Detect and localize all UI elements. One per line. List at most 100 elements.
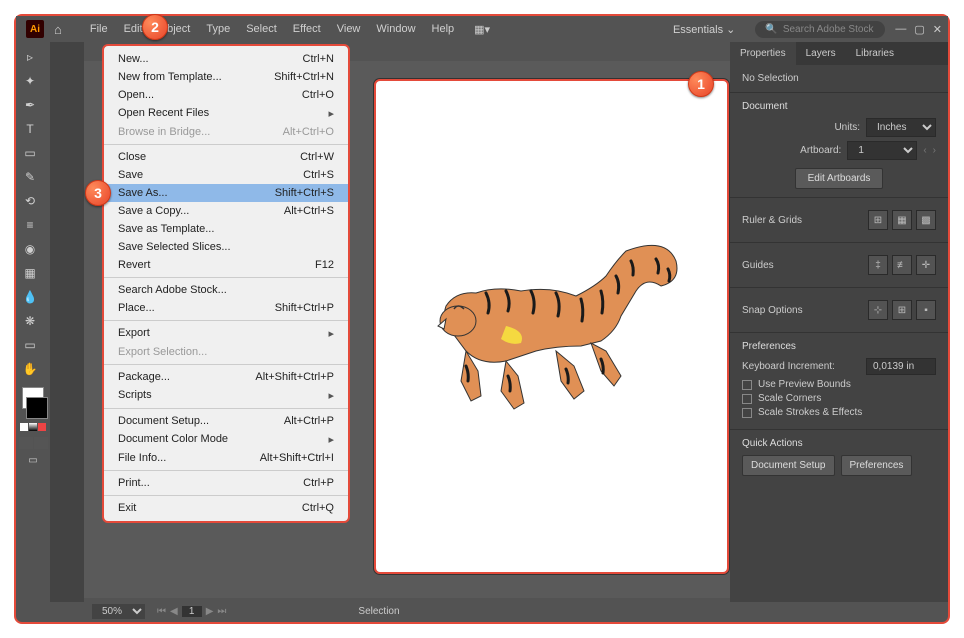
zoom-select[interactable]: 50%	[92, 604, 145, 619]
screen-mode-btn[interactable]: ▭	[16, 455, 50, 466]
search-icon: 🔍	[765, 24, 777, 35]
properties-panel: Properties Layers Libraries No Selection…	[730, 42, 948, 602]
tab-layers[interactable]: Layers	[796, 42, 846, 65]
pen-tool[interactable]: ✒	[16, 94, 44, 116]
transparency-grid-icon[interactable]: ▩	[916, 210, 936, 230]
artboard-next-icon[interactable]: ›	[933, 145, 936, 156]
snap-options-label: Snap Options	[742, 305, 803, 316]
artboard-select[interactable]: 1	[847, 141, 917, 160]
rotate-tool[interactable]: ⟲	[16, 190, 44, 212]
maximize-button[interactable]: ▢	[914, 23, 924, 36]
hand-tool[interactable]: ✋	[16, 358, 44, 380]
menu-effect[interactable]: Effect	[285, 19, 329, 39]
nav-first-icon[interactable]: ⏮	[157, 606, 166, 617]
menu-item-exit[interactable]: ExitCtrl+Q	[104, 499, 348, 517]
color-mode-btn[interactable]	[20, 423, 28, 431]
workspace-switcher[interactable]: Essentials ⌄	[663, 20, 745, 39]
draw-behind-btn[interactable]	[34, 437, 48, 449]
artboard-nav-input[interactable]	[182, 606, 202, 617]
shape-builder-tool[interactable]: ◉	[16, 238, 44, 260]
menu-item-open-recent-files[interactable]: Open Recent Files▸	[104, 104, 348, 123]
minimize-button[interactable]: —	[895, 23, 906, 36]
preferences-button[interactable]: Preferences	[841, 455, 913, 476]
edit-artboards-button[interactable]: Edit Artboards	[795, 168, 884, 189]
status-bar: 50% ⏮ ◀ ▶ ⏭ Selection	[84, 600, 730, 622]
menu-item-export[interactable]: Export▸	[104, 324, 348, 343]
nav-prev-icon[interactable]: ◀	[170, 606, 178, 617]
menu-item-place[interactable]: Place...Shift+Ctrl+P	[104, 299, 348, 317]
tab-properties[interactable]: Properties	[730, 42, 796, 65]
menu-view[interactable]: View	[329, 19, 369, 39]
menu-item-save-as[interactable]: Save As...Shift+Ctrl+S	[104, 184, 348, 202]
artboard-label: Artboard:	[800, 145, 841, 156]
keyboard-increment-input[interactable]	[866, 358, 936, 375]
artboard-tool[interactable]: ▭	[16, 334, 44, 356]
tab-libraries[interactable]: Libraries	[846, 42, 904, 65]
selection-readout: No Selection	[742, 73, 936, 84]
menu-item-file-info[interactable]: File Info...Alt+Shift+Ctrl+I	[104, 449, 348, 467]
eyedropper-tool[interactable]: 💧	[16, 286, 44, 308]
magic-wand-tool[interactable]: ✦	[16, 70, 44, 92]
guides-show-icon[interactable]: ‡	[868, 255, 888, 275]
menu-item-close[interactable]: CloseCtrl+W	[104, 148, 348, 166]
artboard-prev-icon[interactable]: ‹	[923, 145, 926, 156]
guides-label: Guides	[742, 260, 774, 271]
snap-grid-icon[interactable]: ⊞	[892, 300, 912, 320]
menu-window[interactable]: Window	[368, 19, 423, 39]
menu-item-save-as-template[interactable]: Save as Template...	[104, 220, 348, 238]
menu-select[interactable]: Select	[238, 19, 285, 39]
artboard[interactable]	[374, 79, 729, 574]
type-tool[interactable]: T	[16, 118, 44, 140]
search-stock-input[interactable]: 🔍Search Adobe Stock	[755, 21, 885, 38]
ruler-icon[interactable]: ⊞	[868, 210, 888, 230]
snap-point-icon[interactable]: ⊹	[868, 300, 888, 320]
symbol-sprayer-tool[interactable]: ❋	[16, 310, 44, 332]
selection-tool[interactable]: ▹	[16, 46, 44, 68]
shaper-tool[interactable]: ✎	[16, 166, 44, 188]
menu-type[interactable]: Type	[198, 19, 238, 39]
grid-icon[interactable]: ▦	[892, 210, 912, 230]
quick-actions-title: Quick Actions	[742, 438, 936, 449]
rectangle-tool[interactable]: ▭	[16, 142, 44, 164]
menu-item-save-selected-slices[interactable]: Save Selected Slices...	[104, 238, 348, 256]
menu-item-new-from-template[interactable]: New from Template...Shift+Ctrl+N	[104, 68, 348, 86]
menu-item-export-selection: Export Selection...	[104, 343, 348, 361]
guides-lock-icon[interactable]: ≢	[892, 255, 912, 275]
units-select[interactable]: Inches	[866, 118, 936, 137]
menu-item-new[interactable]: New...Ctrl+N	[104, 50, 348, 68]
menu-file[interactable]: File	[82, 19, 116, 39]
snap-pixel-icon[interactable]: ▪	[916, 300, 936, 320]
menu-item-print[interactable]: Print...Ctrl+P	[104, 474, 348, 492]
scale-strokes-checkbox[interactable]: Scale Strokes & Effects	[742, 407, 936, 418]
smart-guides-icon[interactable]: ✛	[916, 255, 936, 275]
none-mode-btn[interactable]	[38, 423, 46, 431]
document-setup-button[interactable]: Document Setup	[742, 455, 835, 476]
arrange-docs-icon[interactable]: ▦▾	[474, 23, 490, 36]
mesh-tool[interactable]: ▦	[16, 262, 44, 284]
home-icon[interactable]: ⌂	[54, 22, 62, 37]
gradient-mode-btn[interactable]	[29, 423, 37, 431]
collapsed-panels[interactable]	[50, 42, 84, 602]
menu-item-document-color-mode[interactable]: Document Color Mode▸	[104, 430, 348, 449]
nav-last-icon[interactable]: ⏭	[217, 606, 226, 617]
width-tool[interactable]: ≡	[16, 214, 44, 236]
use-preview-bounds-checkbox[interactable]: Use Preview Bounds	[742, 379, 936, 390]
menubar: File Edit Object Type Select Effect View…	[82, 19, 462, 39]
menu-item-scripts[interactable]: Scripts▸	[104, 386, 348, 405]
menu-item-save[interactable]: SaveCtrl+S	[104, 166, 348, 184]
file-menu-dropdown: New...Ctrl+NNew from Template...Shift+Ct…	[102, 44, 350, 523]
menu-item-revert[interactable]: RevertF12	[104, 256, 348, 274]
menu-help[interactable]: Help	[424, 19, 463, 39]
keyboard-increment-label: Keyboard Increment:	[742, 361, 835, 372]
menu-item-open[interactable]: Open...Ctrl+O	[104, 86, 348, 104]
nav-next-icon[interactable]: ▶	[206, 606, 214, 617]
menu-item-search-adobe-stock[interactable]: Search Adobe Stock...	[104, 281, 348, 299]
stroke-swatch[interactable]	[26, 397, 48, 419]
draw-normal-btn[interactable]	[19, 437, 33, 449]
scale-corners-checkbox[interactable]: Scale Corners	[742, 393, 936, 404]
close-button[interactable]: ✕	[933, 23, 942, 36]
menu-item-package[interactable]: Package...Alt+Shift+Ctrl+P	[104, 368, 348, 386]
menu-item-document-setup[interactable]: Document Setup...Alt+Ctrl+P	[104, 412, 348, 430]
menu-item-save-a-copy[interactable]: Save a Copy...Alt+Ctrl+S	[104, 202, 348, 220]
tools-panel: ▹ ▹ ✦ ◡ ✒ ~ T ╱ ▭ 🖌 ✎ ◧ ⟲ ⤢ ≡ ⬚ ◉ ▦ ▦ ▮ …	[16, 42, 50, 602]
